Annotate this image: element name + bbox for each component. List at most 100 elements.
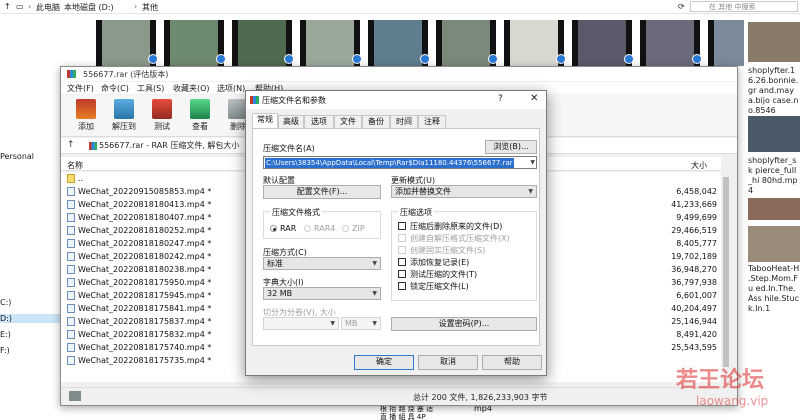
file-size-cell: 6,458,042 xyxy=(676,187,717,196)
dialog-title: 压缩文件名和参数 xyxy=(262,96,326,105)
split-size-input[interactable]: ▼ xyxy=(263,317,339,330)
breadcrumb-other[interactable]: 其他 xyxy=(142,2,158,13)
menu-options[interactable]: 选项(N) xyxy=(217,83,245,94)
option-checkbox[interactable] xyxy=(398,282,406,290)
checkmark-icon xyxy=(216,54,226,64)
menu-file[interactable]: 文件(F) xyxy=(67,83,94,94)
video-thumbnail[interactable] xyxy=(300,20,360,66)
video-file-icon xyxy=(67,356,75,365)
breadcrumb-d-drive[interactable]: 本地磁盘 (D:) xyxy=(64,2,114,13)
option-checkbox[interactable] xyxy=(398,234,406,242)
video-file-icon xyxy=(67,330,75,339)
archive-format-group: 压缩文件格式 RAR RAR4 ZIP xyxy=(263,207,381,239)
file-size-cell: 8,491,420 xyxy=(676,330,717,339)
format-rar-radio[interactable] xyxy=(270,225,277,232)
option-checkbox[interactable] xyxy=(398,270,406,278)
set-password-button[interactable]: 设置密码(P)... xyxy=(391,317,537,331)
video-thumbnail[interactable] xyxy=(232,20,292,66)
help-button[interactable]: 帮助 xyxy=(482,355,542,370)
help-icon[interactable]: ? xyxy=(498,94,503,104)
video-thumbnail[interactable] xyxy=(436,20,496,66)
archive-name-input[interactable]: C:\Users\38354\AppData\Local\Temp\Rar$DI… xyxy=(263,156,537,169)
format-zip-radio[interactable] xyxy=(342,225,349,232)
tab-options[interactable]: 选项 xyxy=(304,115,334,128)
view-button[interactable]: 查看 xyxy=(183,97,217,135)
file-name: 直 播 組 具 4P xyxy=(380,413,426,420)
cancel-button[interactable]: 取消 xyxy=(418,355,478,370)
column-size[interactable]: 大小 xyxy=(691,160,707,171)
scrollbar[interactable] xyxy=(721,157,731,387)
menu-tools[interactable]: 工具(S) xyxy=(137,83,164,94)
video-thumbnail[interactable] xyxy=(368,20,428,66)
video-thumbnail[interactable] xyxy=(748,22,800,62)
test-button[interactable]: 测试 xyxy=(145,97,179,135)
video-file-icon xyxy=(67,226,75,235)
nav-item-c[interactable]: C:) xyxy=(0,298,11,307)
file-name-cell: WeChat_20220818175837.mp4 * xyxy=(78,317,212,326)
video-thumbnail[interactable] xyxy=(748,198,800,220)
video-thumbnail[interactable] xyxy=(640,20,700,66)
tab-comment[interactable]: 注释 xyxy=(418,115,446,128)
tab-general[interactable]: 常规 xyxy=(252,113,278,128)
chevron-down-icon: ▼ xyxy=(330,320,335,327)
checkmark-icon xyxy=(284,54,294,64)
method-select[interactable]: 标准 ▼ xyxy=(263,257,381,270)
video-thumbnail[interactable] xyxy=(748,226,800,262)
tab-advanced[interactable]: 高级 xyxy=(278,115,304,128)
nav-item-d[interactable]: D:) xyxy=(0,314,60,323)
scrollbar-thumb[interactable] xyxy=(723,177,729,367)
winrar-logo-icon xyxy=(250,96,259,104)
file-size-cell: 41,233,669 xyxy=(671,200,717,209)
column-name[interactable]: 名称 xyxy=(67,160,83,171)
split-unit-select[interactable]: MB ▼ xyxy=(341,317,381,330)
format-rar4-radio[interactable] xyxy=(304,225,311,232)
menu-favorites[interactable]: 收藏夹(O) xyxy=(173,83,210,94)
close-icon[interactable]: ✕ xyxy=(530,93,538,104)
file-name[interactable]: shoplyfter_sk pierce_full_hi 80hd.mp4 xyxy=(748,156,800,196)
up-arrow-icon[interactable]: ↑ xyxy=(67,140,75,150)
checkmark-icon xyxy=(352,54,362,64)
video-thumbnail[interactable] xyxy=(748,116,800,152)
tab-files[interactable]: 文件 xyxy=(334,115,362,128)
extract-to-button[interactable]: 解压到 xyxy=(107,97,141,135)
file-name[interactable]: shoplyfter.16.26.bonnie.gr and.maya.bijo… xyxy=(748,66,800,116)
option-checkbox[interactable] xyxy=(398,246,406,254)
video-file-icon xyxy=(67,265,75,274)
tab-backup[interactable]: 备份 xyxy=(362,115,390,128)
file-name-cell: WeChat_20220818180252.mp4 * xyxy=(78,226,212,235)
video-thumbnail[interactable] xyxy=(164,20,224,66)
video-thumbnail[interactable] xyxy=(96,20,156,66)
profiles-button[interactable]: 配置文件(F)... xyxy=(263,185,381,199)
archive-name-label: 压缩文件名(A) xyxy=(263,144,315,153)
status-bar: 总计 200 文件, 1,826,233,903 字节 xyxy=(61,387,737,405)
explorer-search-input[interactable]: 在 其他 中搜索 xyxy=(690,1,798,12)
ok-button[interactable]: 确定 xyxy=(354,355,414,370)
dict-size-select[interactable]: 32 MB ▼ xyxy=(263,287,381,300)
file-name[interactable]: TabooHeat-H .Step.Mom.Fu ed.In.The.Ass h… xyxy=(748,264,800,314)
option-checkbox[interactable] xyxy=(398,222,406,230)
nav-item-f[interactable]: F:) xyxy=(0,346,10,355)
browse-button[interactable]: 浏览(B)... xyxy=(485,140,537,154)
video-thumbnail[interactable] xyxy=(708,20,744,66)
chevron-down-icon: ▼ xyxy=(528,188,533,195)
file-size-cell: 25,543,595 xyxy=(671,343,717,352)
format-rar4-label: RAR4 xyxy=(314,224,336,233)
winrar-titlebar: 556677.rar (评估版本) xyxy=(61,67,737,81)
nav-item-e[interactable]: E:) xyxy=(0,330,11,339)
video-thumbnail[interactable] xyxy=(572,20,632,66)
option-checkbox[interactable] xyxy=(398,258,406,266)
nav-item-personal[interactable]: Personal xyxy=(0,152,34,161)
winrar-logo-icon xyxy=(67,70,76,78)
chevron-down-icon[interactable]: ▼ xyxy=(530,159,535,166)
add-button[interactable]: 添加 xyxy=(69,97,103,135)
update-mode-select[interactable]: 添加并替换文件 ▼ xyxy=(391,185,537,198)
tab-time[interactable]: 时间 xyxy=(390,115,418,128)
video-thumbnail[interactable] xyxy=(504,20,564,66)
video-file-icon xyxy=(67,291,75,300)
dialog-titlebar: 压缩文件名和参数 ? ✕ xyxy=(246,91,546,109)
up-arrow-icon[interactable]: ↑ xyxy=(4,2,11,11)
checkmark-icon xyxy=(420,54,430,64)
menu-commands[interactable]: 命令(C) xyxy=(101,83,129,94)
refresh-icon[interactable]: ⟳ xyxy=(678,2,685,11)
checkmark-icon xyxy=(692,54,702,64)
